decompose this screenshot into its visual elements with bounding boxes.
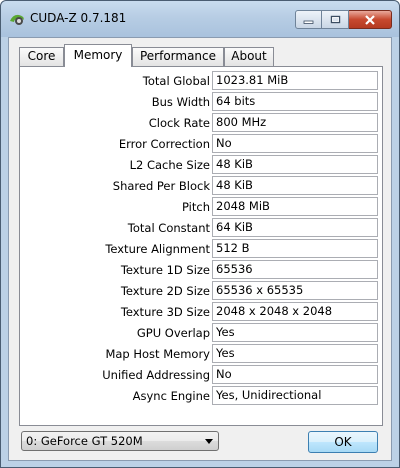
field-value[interactable]: 65536 [212, 260, 378, 279]
field-label: Texture Alignment [105, 242, 210, 256]
row-total-constant: Total Constant 64 KiB [20, 218, 384, 238]
row-shared-per-block: Shared Per Block 48 KiB [20, 176, 384, 196]
tab-performance[interactable]: Performance [132, 47, 224, 66]
field-label: Texture 3D Size [120, 305, 210, 319]
field-value[interactable]: No [212, 365, 378, 384]
field-label: Total Constant [127, 221, 210, 235]
field-label: Async Engine [132, 389, 210, 403]
title-bar[interactable]: CUDA-Z 0.7.181 [1, 1, 399, 37]
field-label: Map Host Memory [105, 347, 210, 361]
field-value[interactable]: 48 KiB [212, 155, 378, 174]
minimize-icon [303, 20, 314, 24]
field-value[interactable]: 64 KiB [212, 218, 378, 237]
field-value[interactable]: 2048 x 2048 x 2048 [212, 302, 378, 321]
row-texture-alignment: Texture Alignment 512 B [20, 239, 384, 259]
field-label: Texture 2D Size [120, 284, 210, 298]
field-value[interactable]: 64 bits [212, 92, 378, 111]
field-value[interactable]: 48 KiB [212, 176, 378, 195]
chevron-down-icon [205, 439, 213, 444]
close-button[interactable] [349, 10, 392, 29]
row-texture-3d-size: Texture 3D Size 2048 x 2048 x 2048 [20, 302, 384, 322]
field-value[interactable]: 512 B [212, 239, 378, 258]
row-gpu-overlap: GPU Overlap Yes [20, 323, 384, 343]
tab-memory[interactable]: Memory [64, 44, 132, 67]
row-texture-2d-size: Texture 2D Size 65536 x 65535 [20, 281, 384, 301]
field-label: Clock Rate [148, 116, 210, 130]
field-label: Bus Width [151, 95, 210, 109]
tab-core[interactable]: Core [19, 47, 64, 66]
row-texture-1d-size: Texture 1D Size 65536 [20, 260, 384, 280]
field-label: Error Correction [118, 137, 210, 151]
row-map-host-memory: Map Host Memory Yes [20, 344, 384, 364]
client-area: Core Memory Performance About Total Glob… [8, 37, 392, 461]
close-icon [365, 14, 375, 25]
field-label: Unified Addressing [102, 368, 210, 382]
field-value[interactable]: Yes [212, 344, 378, 363]
field-value[interactable]: No [212, 134, 378, 153]
field-label: Pitch [182, 200, 210, 214]
minimize-button[interactable] [295, 10, 322, 29]
window-title: CUDA-Z 0.7.181 [30, 11, 127, 25]
memory-panel: Total Global 1023.81 MiB Bus Width 64 bi… [19, 66, 383, 426]
field-value[interactable]: 800 MHz [212, 113, 378, 132]
row-pitch: Pitch 2048 MiB [20, 197, 384, 217]
maximize-icon [330, 15, 340, 24]
device-select[interactable]: 0: GeForce GT 520M [21, 431, 219, 451]
tab-about[interactable]: About [224, 47, 274, 66]
ok-button[interactable]: OK [308, 431, 378, 453]
field-label: GPU Overlap [136, 326, 210, 340]
app-window: CUDA-Z 0.7.181 Core Memory Performance A… [0, 0, 400, 468]
row-total-global: Total Global 1023.81 MiB [20, 71, 384, 91]
row-bus-width: Bus Width 64 bits [20, 92, 384, 112]
device-select-value: 0: GeForce GT 520M [26, 434, 143, 448]
row-async-engine: Async Engine Yes, Unidirectional [20, 386, 384, 406]
field-value[interactable]: 2048 MiB [212, 197, 378, 216]
field-label: Shared Per Block [112, 179, 210, 193]
row-error-correction: Error Correction No [20, 134, 384, 154]
maximize-button[interactable] [322, 10, 349, 29]
field-value[interactable]: Yes [212, 323, 378, 342]
field-value[interactable]: Yes, Unidirectional [212, 386, 378, 405]
field-label: Total Global [142, 74, 210, 88]
field-label: Texture 1D Size [120, 263, 210, 277]
field-value[interactable]: 65536 x 65535 [212, 281, 378, 300]
row-unified-addressing: Unified Addressing No [20, 365, 384, 385]
field-label: L2 Cache Size [129, 158, 210, 172]
cuda-z-icon [10, 14, 24, 25]
row-l2-cache-size: L2 Cache Size 48 KiB [20, 155, 384, 175]
row-clock-rate: Clock Rate 800 MHz [20, 113, 384, 133]
field-value[interactable]: 1023.81 MiB [212, 71, 378, 90]
